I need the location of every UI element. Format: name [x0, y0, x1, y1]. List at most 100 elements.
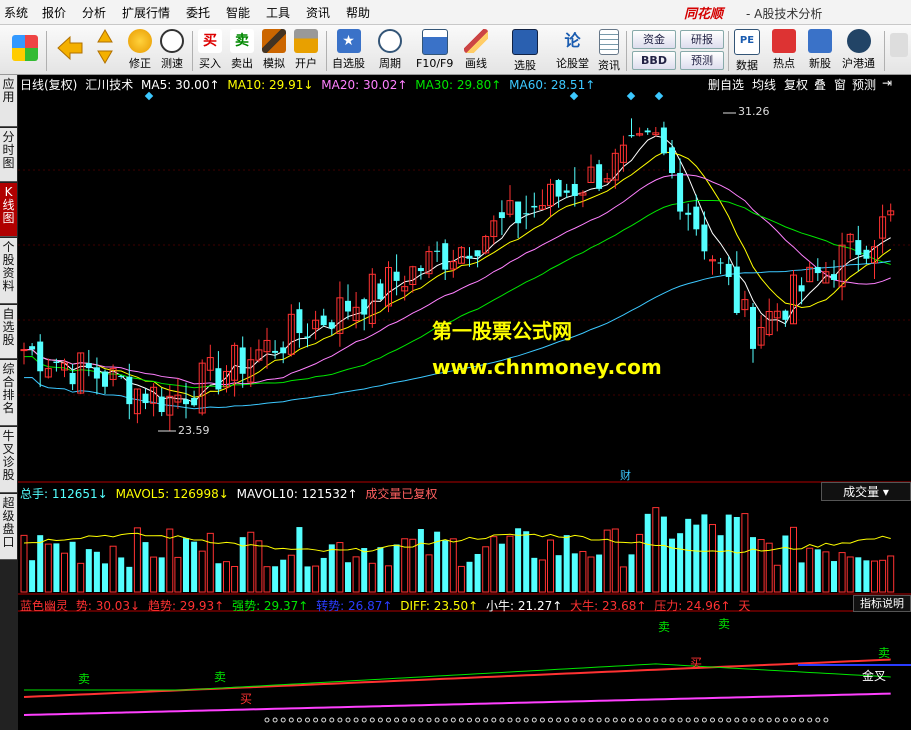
candle-down [126, 376, 133, 405]
sidebar-tab-super-panel[interactable]: 超级盘口 [0, 494, 17, 560]
sidebar-tab-stock-profile[interactable]: 个股资料 [0, 238, 17, 304]
candle-down [725, 263, 732, 277]
sidebar-tab-ranking[interactable]: 综合排名 [0, 360, 17, 426]
funds-button[interactable]: 资金 [632, 30, 676, 49]
volume-bar-up [425, 554, 433, 593]
toolbar-btn-hot[interactable]: 热点 [772, 29, 796, 71]
toolbar-btn-fix[interactable]: 修正 [128, 29, 152, 71]
volume-bar-down [563, 535, 570, 592]
candle-down [377, 283, 384, 300]
sidebar-tab-diagnosis[interactable]: 牛叉诊股 [0, 427, 17, 493]
indicator-dot [507, 717, 513, 723]
toolbar-btn-label: 开户 [295, 57, 317, 70]
menu-tools[interactable]: 工具 [266, 4, 290, 21]
volume-bar-up [879, 559, 887, 593]
forum-icon: 论 [564, 31, 581, 50]
toolbar-btn-screener[interactable]: 选股 [512, 29, 538, 73]
toolbar-btn-draw[interactable]: 画线 [464, 29, 488, 71]
sidebar-tab-kline[interactable]: K线图 [0, 183, 17, 237]
finance-marker[interactable]: 财 [620, 467, 631, 483]
bbd-button[interactable]: BBD [632, 51, 676, 70]
toolbar-btn-label: 买入 [199, 57, 221, 70]
toolbar-btn-sell[interactable]: 卖 卖出 [230, 29, 254, 71]
volume-bar-down [523, 531, 530, 592]
candle-down [85, 363, 92, 369]
sidebar-tab-label: 牛叉诊股 [2, 429, 15, 482]
mavol10-value: MAVOL10: 121532↑ [236, 487, 358, 501]
menu-extended-quotes[interactable]: 扩展行情 [122, 4, 170, 21]
candle-down [37, 341, 44, 372]
candle-down [393, 271, 400, 281]
menu-news[interactable]: 资讯 [306, 4, 330, 21]
indicator-dot [604, 717, 610, 723]
toolbar-btn-forum[interactable]: 论 论股堂 [556, 29, 589, 71]
indicator-dot [807, 717, 813, 723]
toolbar-btn-ipo[interactable]: 新股 [808, 29, 832, 71]
sidebar-tab-apps[interactable]: 应用 [0, 75, 17, 127]
forecast-button[interactable]: 预测 [680, 51, 724, 70]
candle-down [555, 180, 562, 197]
volume-bar-down [142, 542, 149, 592]
toolbar-btn-hk-connect[interactable]: 沪港通 [842, 29, 875, 71]
indicator-dot [661, 717, 667, 723]
indicator-title[interactable]: 蓝色幽灵 [20, 599, 68, 613]
back-button[interactable] [56, 35, 84, 61]
indicator-dot [361, 717, 367, 723]
menu-order[interactable]: 委托 [186, 4, 210, 21]
toolbar-btn-news[interactable]: 资讯 [598, 29, 620, 73]
toolbar-btn-speed[interactable]: 测速 [160, 29, 184, 71]
menu-quote[interactable]: 报价 [42, 4, 66, 21]
menu-system[interactable]: 系统 [4, 4, 28, 21]
volume-bar-up [174, 556, 182, 593]
indicator-dot [467, 717, 472, 723]
volume-bar-down [296, 527, 303, 592]
indicator-dot [572, 717, 578, 723]
indicator-help-button[interactable]: 指标说明 [853, 595, 911, 612]
sidebar-tab-intraday[interactable]: 分时图 [0, 128, 17, 182]
toolbar-btn-period[interactable]: 周期 [378, 29, 402, 71]
menu-analysis[interactable]: 分析 [82, 4, 106, 21]
down-button[interactable] [96, 49, 114, 68]
indicator-dot [774, 717, 780, 723]
toolbar-more-button[interactable] [890, 33, 908, 57]
volume-bar-down [215, 563, 222, 592]
toolbar-btn-buy[interactable]: 买 买入 [198, 29, 222, 71]
volume-bar-down [498, 543, 505, 592]
volume-indicator-dropdown[interactable]: 成交量 ▾ [821, 482, 911, 501]
toolbar-btn-open-account[interactable]: 开户 [294, 29, 318, 71]
sidebar-tab-watchlist[interactable]: 自选股 [0, 305, 17, 359]
toolbar-btn-watchlist[interactable]: ★ 自选股 [332, 29, 365, 71]
volume-bar-up [482, 546, 490, 593]
indicator-dot [288, 717, 294, 723]
sidebar-tab-label: K线图 [2, 185, 15, 225]
candle-down [855, 240, 862, 255]
menu-smart[interactable]: 智能 [226, 4, 250, 21]
menu-help[interactable]: 帮助 [346, 4, 370, 21]
volume-note: 成交量已复权 [365, 487, 438, 501]
up-button[interactable] [96, 28, 114, 47]
volume-bar-up [846, 556, 854, 593]
event-marker-icon [626, 91, 636, 101]
toolbar-btn-label: 自选股 [332, 57, 365, 70]
toolbar-btn-f10[interactable]: F10/F9 [416, 29, 453, 70]
indicator-dot [531, 717, 537, 723]
volume-bar-up [741, 513, 749, 593]
indicator-dot [758, 717, 764, 723]
sell-signal: 卖 [78, 672, 90, 686]
candle-down [863, 249, 870, 259]
volume-bar-down [855, 557, 862, 592]
toolbar-btn-simulate[interactable]: 模拟 [262, 29, 286, 71]
price-low-label: 23.59 [178, 424, 210, 437]
home-button[interactable] [12, 35, 38, 61]
toolbar-btn-data[interactable]: PE 数据 [734, 29, 760, 73]
volume-bar-down [393, 544, 400, 592]
research-button[interactable]: 研报 [680, 30, 724, 49]
kline-chart[interactable]: 卖卖卖 卖卖买买金叉 [18, 75, 911, 730]
volume-bar-down [596, 554, 603, 592]
lock-icon [294, 29, 318, 53]
down-arrow-icon [97, 50, 113, 64]
volume-bar-down [644, 513, 651, 592]
volume-bar-down [733, 516, 740, 592]
candle-down [215, 368, 222, 390]
indicator-dot [701, 717, 707, 723]
